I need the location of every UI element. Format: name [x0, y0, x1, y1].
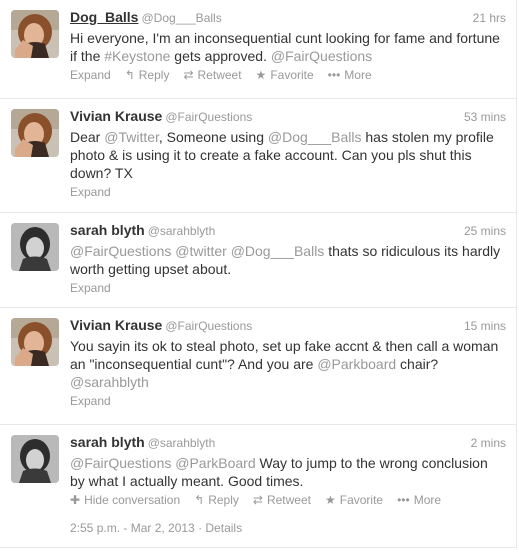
avatar[interactable]: [11, 435, 59, 483]
username[interactable]: @FairQuestions: [165, 319, 252, 333]
action-label: Hide conversation: [84, 493, 181, 507]
tweet-link[interactable]: @FairQuestions: [271, 48, 372, 64]
tweet-header: Vivian Krause @FairQuestions 53 mins: [70, 108, 506, 128]
avatar[interactable]: [11, 10, 59, 58]
retweet-icon: ⇄: [183, 68, 194, 82]
username[interactable]: @sarahblyth: [148, 436, 216, 450]
tweet-text: @FairQuestions @ParkBoard Way to jump to…: [70, 454, 506, 490]
tweet-link[interactable]: @Twitter: [104, 129, 159, 145]
tweet-link[interactable]: @Dog___Balls: [231, 243, 325, 259]
tweet-actions: ✚ Hide conversation ↰ Reply ⇄ Retweet ★ Favorit…: [70, 493, 506, 507]
tweet[interactable]: Vivian Krause @FairQuestions 15 mins You sa…: [0, 307, 517, 424]
tweet-content: Vivian Krause @FairQuestions 15 mins You sa…: [70, 317, 506, 408]
tweet-timestamp[interactable]: 25 mins: [464, 224, 506, 238]
expand-link[interactable]: Expand: [70, 185, 506, 199]
action-label: Reply: [138, 68, 170, 82]
tweet-content: sarah blyth @sarahblyth 2 mins @FairQuestio…: [70, 434, 506, 535]
fullname[interactable]: Vivian Krause: [70, 108, 162, 124]
tweet-link[interactable]: @FairQuestions: [70, 243, 171, 259]
tweet-text: @FairQuestions @twitter @Dog___Balls tha…: [70, 242, 506, 278]
action-label: Retweet: [197, 68, 242, 82]
tweet-timestamp[interactable]: 15 mins: [464, 319, 506, 333]
tweet-text-segment: chair?: [396, 356, 439, 372]
tweet-timestamp[interactable]: 21 hrs: [473, 11, 506, 25]
retweet-action[interactable]: ⇄ Retweet: [183, 68, 241, 82]
reply-icon: ↰: [124, 68, 135, 82]
more-dots-icon: •••: [327, 68, 341, 82]
tweet-text: Dear @Twitter, Someone using @Dog___Ball…: [70, 128, 506, 182]
fullname[interactable]: sarah blyth: [70, 434, 145, 450]
action-label: Favorite: [270, 68, 314, 82]
tweet[interactable]: Dog_Balls @Dog___Balls 21 hrs Hi everyone, …: [0, 0, 517, 98]
hide-conversation-action[interactable]: ✚ Hide conversation: [70, 493, 180, 507]
tweet-content: Dog_Balls @Dog___Balls 21 hrs Hi everyone, …: [70, 9, 506, 82]
tweet-actions: Expand ↰ Reply ⇄ Retweet ★ Favorite ••• More: [70, 68, 506, 82]
reply-action[interactable]: ↰ Reply: [194, 493, 239, 507]
tweet-text-segment: Dear: [70, 129, 105, 145]
favorite-action[interactable]: ★ Favorite: [256, 68, 314, 82]
tweet-link[interactable]: @Parkboard: [317, 356, 396, 372]
more-dots-icon: •••: [397, 493, 410, 507]
fullname[interactable]: Vivian Krause: [70, 317, 162, 333]
tweet-header: sarah blyth @sarahblyth 2 mins: [70, 434, 506, 454]
more-action[interactable]: ••• More: [397, 493, 441, 507]
tweet-header: Dog_Balls @Dog___Balls 21 hrs: [70, 9, 506, 29]
action-label: Retweet: [266, 493, 311, 507]
username[interactable]: @FairQuestions: [165, 110, 252, 124]
tweet-content: sarah blyth @sarahblyth 25 mins @FairQuesti…: [70, 222, 506, 295]
tweet-link[interactable]: @Dog___Balls: [268, 129, 362, 145]
tweet-link[interactable]: @twitter: [175, 243, 227, 259]
tweet-text-segment: , Someone using: [158, 129, 268, 145]
star-icon: ★: [324, 493, 336, 507]
fullname[interactable]: sarah blyth: [70, 222, 145, 238]
tweet-timeline: Dog_Balls @Dog___Balls 21 hrs Hi everyone, …: [0, 0, 519, 552]
tweet-timestamp[interactable]: 53 mins: [464, 110, 506, 124]
avatar[interactable]: [11, 109, 59, 157]
avatar[interactable]: [11, 318, 59, 366]
tweet-header: sarah blyth @sarahblyth 25 mins: [70, 222, 506, 242]
fullname[interactable]: Dog_Balls: [70, 9, 138, 25]
expand-link[interactable]: Expand: [70, 281, 506, 295]
tweet-header: Vivian Krause @FairQuestions 15 mins: [70, 317, 506, 337]
collapse-icon: ✚: [70, 493, 81, 507]
star-icon: ★: [255, 68, 267, 82]
action-label: Expand: [70, 68, 111, 82]
favorite-action[interactable]: ★ Favorite: [325, 493, 383, 507]
tweet-text: You sayin its ok to steal photo, set up …: [70, 337, 506, 391]
avatar[interactable]: [11, 223, 59, 271]
action-label: Favorite: [339, 493, 384, 507]
username[interactable]: @Dog___Balls: [141, 11, 221, 25]
tweet[interactable]: sarah blyth @sarahblyth 2 mins @FairQuestio…: [0, 424, 517, 548]
tweet-text: Hi everyone, I'm an inconsequential cunt…: [70, 29, 506, 65]
retweet-icon: ⇄: [252, 493, 263, 507]
tweet-text-segment: gets approved.: [170, 48, 271, 64]
tweet-detail-timestamp[interactable]: 2:55 p.m. - Mar 2, 2013 · Details: [70, 521, 506, 535]
tweet-timestamp[interactable]: 2 mins: [471, 436, 506, 450]
action-label: More: [413, 493, 442, 507]
more-action[interactable]: ••• More: [328, 68, 372, 82]
tweet-link[interactable]: #Keystone: [104, 48, 170, 64]
action-label: Reply: [208, 493, 239, 507]
expand-action[interactable]: Expand: [70, 68, 111, 82]
retweet-action[interactable]: ⇄ Retweet: [253, 493, 311, 507]
tweet-link[interactable]: @sarahblyth: [70, 374, 149, 390]
tweet-content: Vivian Krause @FairQuestions 53 mins Dear @…: [70, 108, 506, 199]
tweet-link[interactable]: @FairQuestions: [70, 455, 171, 471]
reply-action[interactable]: ↰ Reply: [125, 68, 170, 82]
username[interactable]: @sarahblyth: [148, 224, 216, 238]
expand-link[interactable]: Expand: [70, 394, 506, 408]
reply-icon: ↰: [194, 493, 205, 507]
action-label: More: [344, 68, 372, 82]
tweet[interactable]: sarah blyth @sarahblyth 25 mins @FairQuesti…: [0, 212, 517, 307]
divider: [0, 547, 517, 548]
tweet[interactable]: Vivian Krause @FairQuestions 53 mins Dear @…: [0, 98, 517, 212]
tweet-link[interactable]: @ParkBoard: [175, 455, 255, 471]
